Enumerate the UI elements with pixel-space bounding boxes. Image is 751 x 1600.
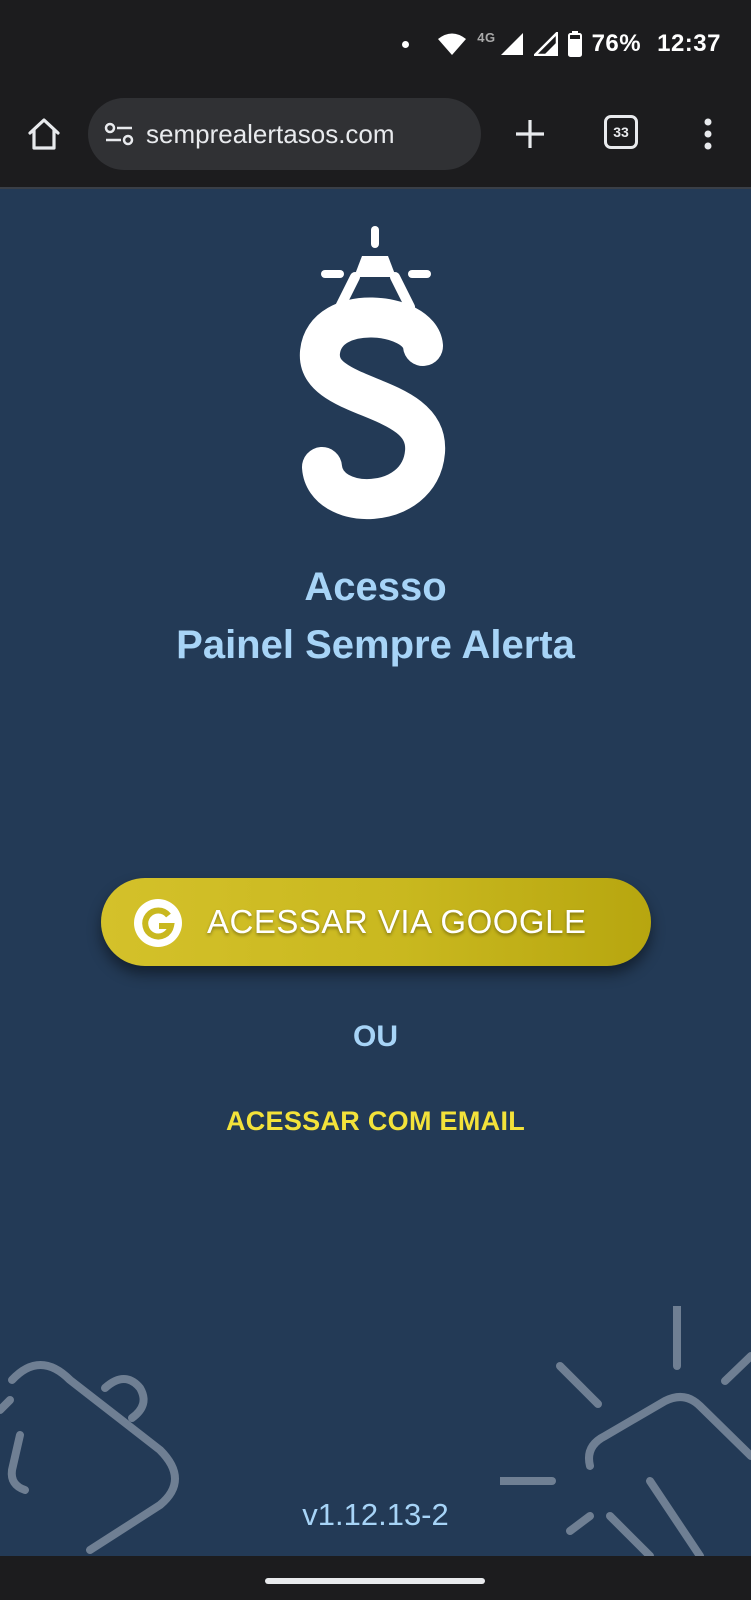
notification-dot-icon <box>402 40 410 48</box>
home-button[interactable] <box>22 112 66 156</box>
google-login-button[interactable]: ACESSAR VIA GOOGLE <box>101 878 651 966</box>
site-settings-icon[interactable] <box>104 121 134 147</box>
browser-toolbar: semprealertasos.com 33 <box>0 88 751 189</box>
page-title-line1: Acesso <box>304 565 447 609</box>
google-login-label: ACESSAR VIA GOOGLE <box>207 903 587 940</box>
sempre-alerta-logo-icon <box>300 226 445 520</box>
page-title-line2: Painel Sempre Alerta <box>176 623 575 667</box>
battery-percent: 76% <box>591 30 642 57</box>
more-vert-icon <box>704 118 712 150</box>
network-type-label: 4G <box>477 29 496 45</box>
wifi-icon <box>438 33 467 55</box>
email-login-link[interactable]: ACESSAR COM EMAIL <box>0 1106 751 1137</box>
battery-icon <box>567 31 582 57</box>
tab-count: 33 <box>613 124 629 140</box>
or-divider-text: OU <box>353 1020 398 1053</box>
home-icon <box>28 118 60 150</box>
google-g-icon <box>134 899 182 947</box>
tab-switcher-button[interactable]: 33 <box>601 112 641 152</box>
new-tab-button[interactable] <box>508 112 552 156</box>
signal-icon <box>533 32 558 56</box>
gesture-handle[interactable] <box>265 1578 485 1584</box>
app-version: v1.12.13-2 <box>302 1497 449 1532</box>
status-bar: 4G 76% 12:37 <box>0 0 751 88</box>
url-text[interactable]: semprealertasos.com <box>146 119 395 150</box>
status-icons: 4G 76% 12:37 <box>402 28 721 60</box>
new-tab-plus-icon <box>516 120 544 148</box>
signal-icon <box>500 33 523 55</box>
system-navigation-bar <box>0 1556 751 1600</box>
menu-button[interactable] <box>690 112 726 156</box>
clock: 12:37 <box>657 30 721 57</box>
address-bar[interactable]: semprealertasos.com <box>88 98 481 170</box>
tabs-icon: 33 <box>604 115 638 149</box>
